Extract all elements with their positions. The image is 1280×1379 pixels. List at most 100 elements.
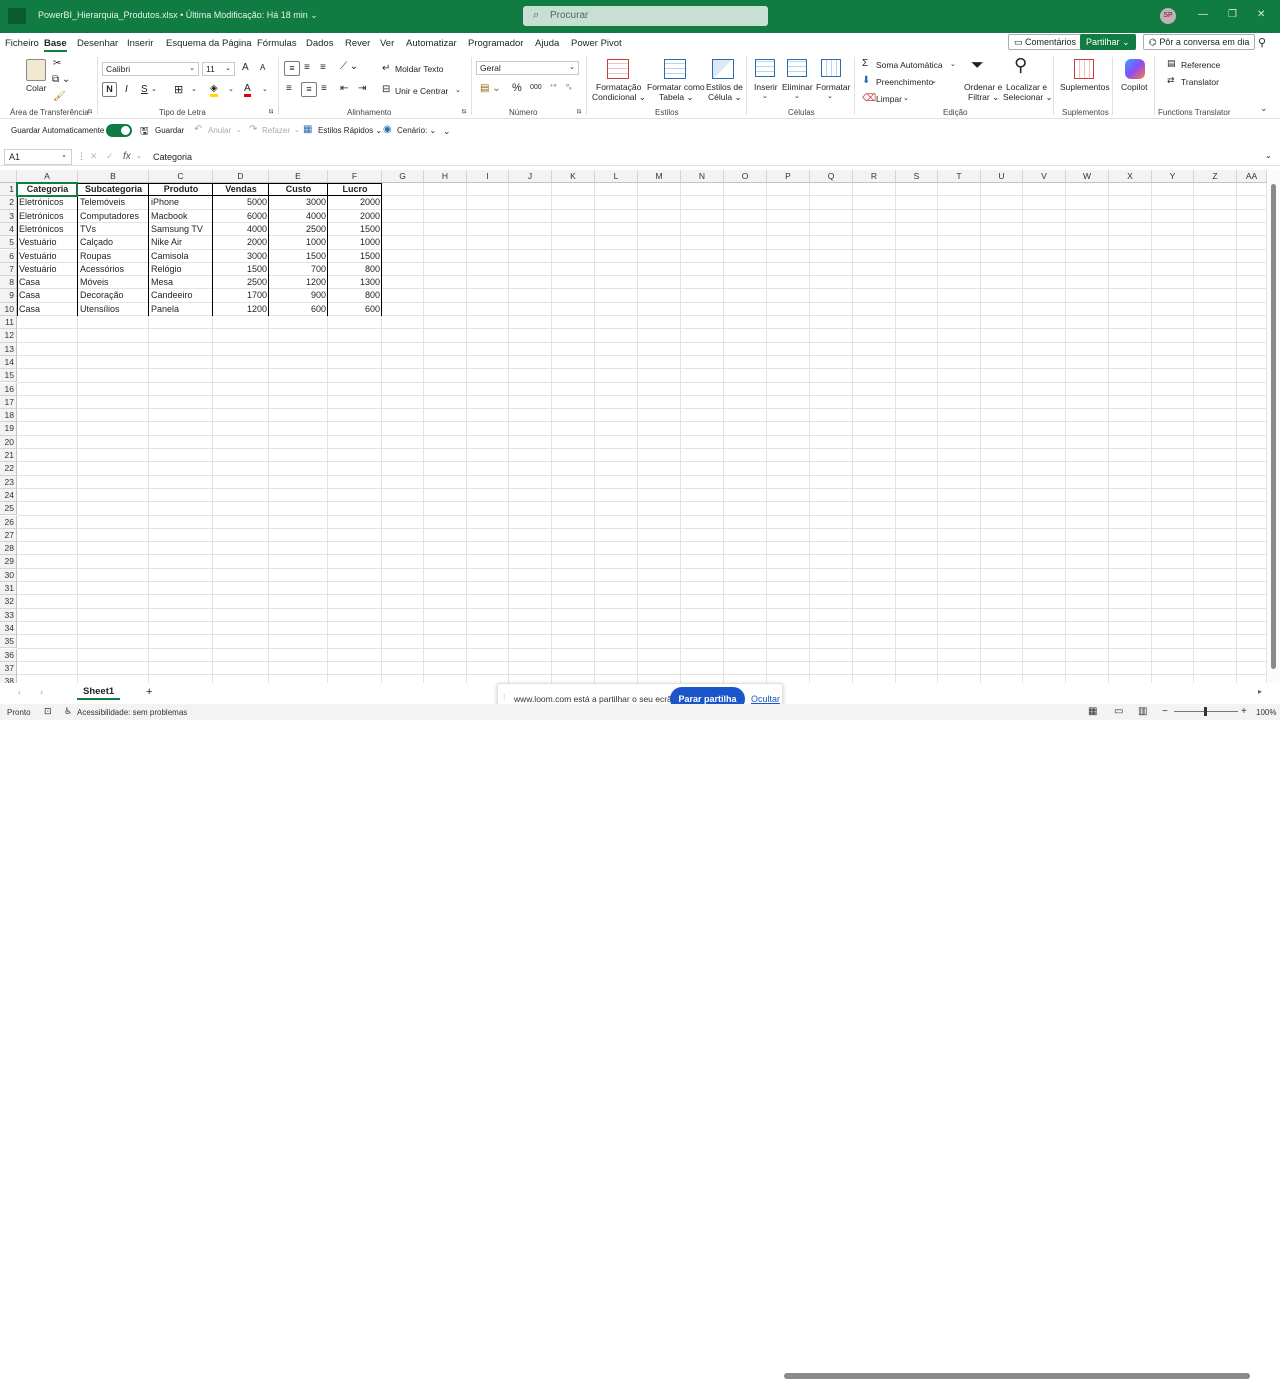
page-break-icon[interactable]: ▥: [1138, 706, 1147, 717]
copilot-icon[interactable]: [1125, 59, 1145, 79]
table-header-cell[interactable]: Custo: [269, 183, 328, 196]
row-header[interactable]: 24: [0, 488, 17, 503]
table-cell[interactable]: 900: [269, 289, 328, 302]
chevron-down-icon[interactable]: ⌄: [762, 92, 768, 100]
column-header[interactable]: G: [382, 170, 424, 183]
table-cell[interactable]: 1500: [269, 250, 328, 263]
column-header[interactable]: J: [509, 170, 552, 183]
table-cell[interactable]: 2500: [269, 223, 328, 236]
table-cell[interactable]: 6000: [213, 210, 269, 223]
align-middle-icon[interactable]: ≡: [304, 62, 310, 73]
collapse-ribbon-icon[interactable]: ⌄: [1260, 103, 1268, 114]
document-title[interactable]: PowerBI_Hierarquia_Produtos.xlsx • Últim…: [38, 10, 318, 21]
table-cell[interactable]: 4000: [269, 210, 328, 223]
tab-ficheiro[interactable]: Ficheiro: [5, 38, 39, 49]
table-cell[interactable]: 600: [328, 303, 382, 316]
row-header[interactable]: 36: [0, 648, 17, 662]
copilot-label[interactable]: Copilot: [1121, 82, 1147, 92]
chevron-down-icon[interactable]: ⌄: [191, 85, 197, 93]
sheet-tab-sheet1[interactable]: Sheet1: [77, 685, 121, 700]
chevron-down-icon[interactable]: ⌄: [455, 86, 461, 94]
align-center-icon[interactable]: ≡: [301, 82, 317, 97]
table-cell[interactable]: Macbook: [149, 210, 213, 223]
chevron-down-icon[interactable]: ⌄: [794, 92, 800, 100]
table-cell[interactable]: 3000: [269, 196, 328, 209]
row-header[interactable]: 17: [0, 395, 17, 410]
table-cell[interactable]: 1500: [328, 223, 382, 236]
column-header[interactable]: O: [724, 170, 767, 183]
row-header[interactable]: 16: [0, 382, 17, 396]
eraser-icon[interactable]: ⌫: [862, 93, 876, 104]
share-button[interactable]: Partilhar ⌄: [1080, 34, 1136, 50]
row-header[interactable]: 34: [0, 621, 17, 636]
align-right-icon[interactable]: ≡: [321, 83, 327, 94]
horizontal-scrollbar[interactable]: [784, 1373, 1250, 1379]
find-select-label-2[interactable]: Selecionar ⌄: [1003, 92, 1053, 103]
number-launcher-icon[interactable]: ⧅: [577, 108, 581, 116]
borders-icon[interactable]: ⊞: [174, 83, 183, 96]
row-header[interactable]: 4: [0, 222, 17, 237]
avatar[interactable]: SP: [1160, 8, 1176, 24]
bold-button[interactable]: N: [102, 82, 117, 97]
insert-label[interactable]: Inserir: [754, 82, 778, 92]
chevron-down-icon[interactable]: ⌄: [228, 85, 234, 93]
row-header[interactable]: 13: [0, 342, 17, 356]
scroll-thumb[interactable]: [1271, 184, 1276, 669]
row-header[interactable]: 3: [0, 209, 17, 223]
table-cell[interactable]: 1500: [328, 250, 382, 263]
vertical-scrollbar[interactable]: [1268, 170, 1280, 683]
table-header-cell[interactable]: Produto: [149, 183, 213, 196]
column-header[interactable]: V: [1023, 170, 1066, 183]
tab-dados[interactable]: Dados: [306, 38, 333, 49]
find-select-label-1[interactable]: Localizar e: [1006, 82, 1047, 92]
fill-color-icon[interactable]: ◈: [210, 83, 218, 97]
column-header[interactable]: U: [981, 170, 1023, 183]
column-header[interactable]: M: [638, 170, 681, 183]
paste-icon[interactable]: [26, 59, 46, 81]
table-cell[interactable]: Decoração: [78, 289, 149, 302]
table-cell[interactable]: Utensílios: [78, 303, 149, 316]
table-cell[interactable]: Calçado: [78, 236, 149, 249]
merge-center-label[interactable]: Unir e Centrar: [395, 86, 448, 96]
format-table-icon[interactable]: [664, 59, 686, 79]
chevron-down-icon[interactable]: ⌄: [903, 94, 909, 102]
insert-cells-icon[interactable]: [755, 59, 775, 77]
table-cell[interactable]: Vestuário: [17, 263, 78, 276]
row-header[interactable]: 11: [0, 316, 17, 330]
column-header[interactable]: K: [552, 170, 595, 183]
addins-label[interactable]: Suplementos: [1060, 82, 1110, 92]
cut-icon[interactable]: ✂: [53, 58, 61, 69]
tab-ver[interactable]: Ver: [380, 38, 394, 49]
tab-esquema[interactable]: Esquema da Página: [166, 38, 252, 49]
wrap-text-icon[interactable]: ↵: [382, 63, 390, 74]
column-header[interactable]: Y: [1152, 170, 1194, 183]
clipboard-launcher-icon[interactable]: ⧅: [88, 108, 92, 116]
tab-formulas[interactable]: Fórmulas: [257, 38, 297, 49]
chevron-down-icon[interactable]: ⌄: [294, 126, 300, 134]
table-cell[interactable]: 700: [269, 263, 328, 276]
cancel-icon[interactable]: ✕: [90, 151, 98, 162]
find-icon[interactable]: ⚲: [1014, 55, 1027, 76]
row-header[interactable]: 10: [0, 302, 17, 316]
wrap-text-label[interactable]: Moldar Texto: [395, 64, 444, 74]
table-cell[interactable]: 1000: [328, 236, 382, 249]
copy-icon[interactable]: ⧉ ⌄: [52, 74, 70, 85]
format-cells-icon[interactable]: [821, 59, 841, 77]
sort-filter-label-2[interactable]: Filtrar ⌄: [968, 92, 999, 103]
tab-power-pivot[interactable]: Power Pivot: [571, 38, 622, 49]
table-cell[interactable]: 600: [269, 303, 328, 316]
format-table-label-1[interactable]: Formatar como: [647, 82, 705, 92]
column-header[interactable]: C: [149, 170, 213, 183]
quick-styles-button[interactable]: Estilos Rápidos ⌄: [318, 126, 382, 135]
table-cell[interactable]: 1500: [213, 263, 269, 276]
column-header[interactable]: R: [853, 170, 896, 183]
row-header[interactable]: 19: [0, 422, 17, 436]
table-header-cell[interactable]: Subcategoria: [78, 183, 149, 196]
confirm-icon[interactable]: ✓: [106, 151, 114, 162]
sort-filter-icon[interactable]: ⏷: [971, 57, 984, 75]
feedback-icon[interactable]: ⚲: [1258, 36, 1266, 49]
column-header[interactable]: S: [896, 170, 938, 183]
format-label[interactable]: Formatar: [816, 82, 850, 92]
table-cell[interactable]: Panela: [149, 303, 213, 316]
decrease-indent-icon[interactable]: ⇤: [340, 83, 348, 94]
